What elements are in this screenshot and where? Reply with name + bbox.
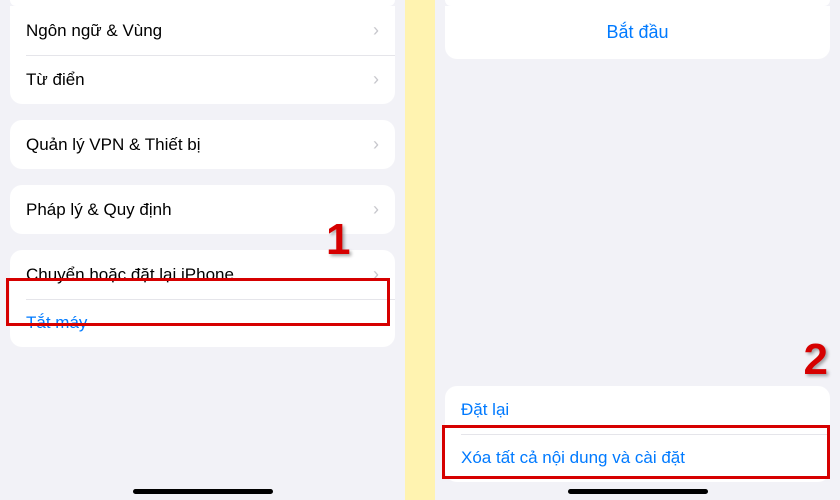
annotation-marker-2: 2 (804, 335, 828, 385)
spacer (435, 69, 840, 378)
chevron-right-icon: › (373, 134, 379, 155)
shutdown-label: Tắt máy (26, 313, 87, 333)
start-button[interactable]: Bắt đầu (606, 22, 668, 42)
right-phone-screen: Bắt đầu Đặt lại Xóa tất cả nội dung và c… (435, 0, 840, 500)
reset-group: Đặt lại Xóa tất cả nội dung và cài đặt (445, 386, 830, 482)
reset-label: Đặt lại (461, 400, 509, 420)
erase-all-row[interactable]: Xóa tất cả nội dung và cài đặt (445, 434, 830, 482)
vpn-device-row[interactable]: Quản lý VPN & Thiết bị › (10, 120, 395, 169)
transfer-reset-label: Chuyển hoặc đặt lại iPhone (26, 265, 234, 285)
chevron-right-icon: › (373, 20, 379, 41)
home-indicator[interactable] (133, 489, 273, 494)
language-region-row[interactable]: Ngôn ngữ & Vùng › (10, 6, 395, 55)
shutdown-row[interactable]: Tắt máy (10, 299, 395, 347)
settings-group-general: Ngôn ngữ & Vùng › Từ điển › (10, 6, 395, 104)
screenshot-pair: Ngôn ngữ & Vùng › Từ điển › Quản lý VPN … (0, 0, 840, 500)
annotation-marker-1: 1 (326, 215, 350, 265)
legal-label: Pháp lý & Quy định (26, 200, 172, 220)
dictionary-label: Từ điển (26, 70, 85, 90)
chevron-right-icon: › (373, 199, 379, 220)
chevron-right-icon: › (373, 69, 379, 90)
reset-row[interactable]: Đặt lại (445, 386, 830, 434)
vpn-device-label: Quản lý VPN & Thiết bị (26, 135, 201, 155)
language-region-label: Ngôn ngữ & Vùng (26, 21, 162, 41)
divider-strip (405, 0, 435, 500)
chevron-right-icon: › (373, 264, 379, 285)
start-button-card: Bắt đầu (445, 6, 830, 59)
home-indicator[interactable] (568, 489, 708, 494)
right-content: Bắt đầu Đặt lại Xóa tất cả nội dung và c… (435, 0, 840, 500)
erase-all-label: Xóa tất cả nội dung và cài đặt (461, 448, 685, 468)
dictionary-row[interactable]: Từ điển › (10, 55, 395, 104)
settings-group-vpn: Quản lý VPN & Thiết bị › (10, 120, 395, 169)
